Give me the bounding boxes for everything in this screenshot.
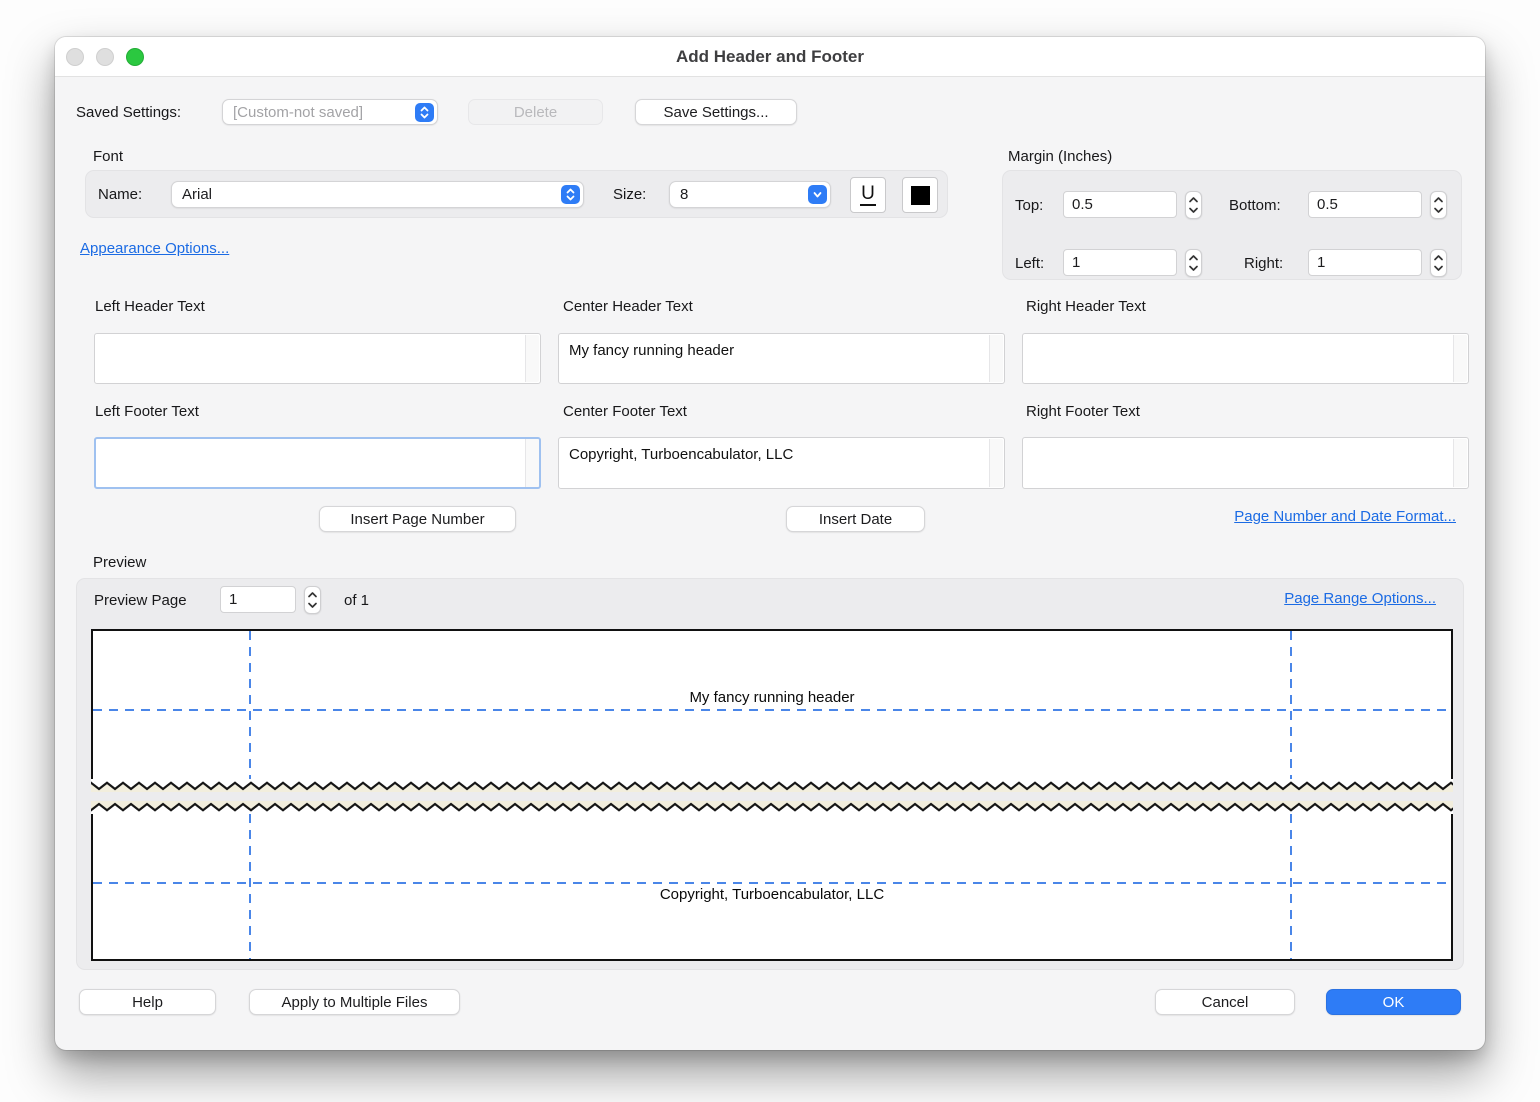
preview-header-text: My fancy running header	[93, 689, 1451, 706]
color-swatch-black	[911, 186, 930, 205]
torn-edge-bottom-piece	[91, 801, 1453, 814]
page-number-date-format-link[interactable]: Page Number and Date Format...	[1195, 508, 1456, 525]
delete-button: Delete	[468, 99, 603, 125]
font-size-label: Size:	[613, 186, 646, 203]
page-range-options-link[interactable]: Page Range Options...	[1284, 590, 1436, 607]
screenshot-stage: Add Header and Footer Saved Settings: [C…	[0, 0, 1540, 1102]
font-groupbox: Name: Arial Size: 8 U	[85, 170, 948, 218]
margin-top-label: Top:	[1015, 197, 1043, 214]
font-color-button[interactable]	[902, 177, 938, 213]
appearance-options-link[interactable]: Appearance Options...	[80, 240, 229, 257]
margin-top-stepper[interactable]	[1185, 191, 1202, 219]
left-footer-textarea[interactable]	[94, 437, 541, 489]
save-settings-button[interactable]: Save Settings...	[635, 99, 797, 125]
margin-bottom-input[interactable]	[1308, 191, 1422, 218]
right-header-textarea[interactable]	[1022, 333, 1469, 384]
center-header-label: Center Header Text	[563, 298, 693, 315]
preview-groupbox: Preview Page of 1 Page Range Options... …	[76, 578, 1464, 970]
insert-page-number-button[interactable]: Insert Page Number	[319, 506, 516, 532]
margin-left-stepper[interactable]	[1185, 249, 1202, 277]
right-footer-label: Right Footer Text	[1026, 403, 1140, 420]
preview-page-count-label: of 1	[344, 592, 369, 609]
margin-top-input[interactable]	[1063, 191, 1177, 218]
margin-left-label: Left:	[1015, 255, 1044, 272]
insert-date-button[interactable]: Insert Date	[786, 506, 925, 532]
preview-page-label: Preview Page	[94, 592, 187, 609]
preview-page-top-piece: My fancy running header	[91, 629, 1453, 779]
preview-page-input[interactable]	[220, 586, 296, 613]
margin-right-label: Right:	[1244, 255, 1283, 272]
margin-section-label: Margin (Inches)	[1008, 148, 1112, 165]
margin-left-input[interactable]	[1063, 249, 1177, 276]
title-bar: Add Header and Footer	[55, 37, 1485, 77]
center-header-textarea[interactable]: My fancy running header	[558, 333, 1005, 384]
left-header-field-wrap	[94, 333, 541, 384]
preview-footer-text: Copyright, Turboencabulator, LLC	[93, 886, 1451, 903]
preview-page-bottom-piece: Copyright, Turboencabulator, LLC	[91, 814, 1453, 961]
preview-section-label: Preview	[93, 554, 146, 571]
chevron-down-icon	[808, 185, 827, 204]
cancel-button[interactable]: Cancel	[1155, 989, 1295, 1015]
right-header-label: Right Header Text	[1026, 298, 1146, 315]
left-header-textarea[interactable]	[94, 333, 541, 384]
popup-updown-icon	[561, 185, 580, 204]
underline-toggle-button[interactable]: U	[850, 177, 886, 213]
add-header-footer-dialog: Add Header and Footer Saved Settings: [C…	[55, 37, 1485, 1050]
popup-updown-icon	[415, 103, 434, 122]
margin-bottom-stepper[interactable]	[1430, 191, 1447, 219]
font-name-value: Arial	[172, 186, 561, 203]
left-footer-field-wrap	[94, 437, 541, 489]
center-footer-field-wrap: Copyright, Turboencabulator, LLC	[558, 437, 1005, 489]
help-button[interactable]: Help	[79, 989, 216, 1015]
preview-canvas: My fancy running header Copyright, Turbo…	[91, 629, 1453, 961]
margin-bottom-label: Bottom:	[1229, 197, 1281, 214]
font-size-value: 8	[670, 186, 808, 203]
center-footer-textarea[interactable]: Copyright, Turboencabulator, LLC	[558, 437, 1005, 489]
footer-margin-guide-line	[93, 882, 1451, 884]
font-name-label: Name:	[98, 186, 142, 203]
torn-edge-top-piece	[91, 779, 1453, 792]
center-footer-label: Center Footer Text	[563, 403, 687, 420]
dialog-title: Add Header and Footer	[55, 37, 1485, 77]
margin-right-input[interactable]	[1308, 249, 1422, 276]
margin-groupbox: Top: Bottom: Left: Right:	[1002, 170, 1462, 280]
margin-right-stepper[interactable]	[1430, 249, 1447, 277]
right-footer-field-wrap	[1022, 437, 1469, 489]
ok-button[interactable]: OK	[1326, 989, 1461, 1015]
saved-settings-value: [Custom-not saved]	[223, 104, 415, 121]
left-footer-label: Left Footer Text	[95, 403, 199, 420]
right-footer-textarea[interactable]	[1022, 437, 1469, 489]
preview-page-stepper[interactable]	[304, 586, 321, 614]
right-header-field-wrap	[1022, 333, 1469, 384]
underline-glyph: U	[860, 184, 876, 206]
header-margin-guide-line	[93, 709, 1451, 711]
center-header-field-wrap: My fancy running header	[558, 333, 1005, 384]
font-size-dropdown[interactable]: 8	[669, 181, 831, 208]
left-header-label: Left Header Text	[95, 298, 205, 315]
saved-settings-dropdown[interactable]: [Custom-not saved]	[222, 99, 438, 125]
font-section-label: Font	[93, 148, 123, 165]
font-name-dropdown[interactable]: Arial	[171, 181, 584, 208]
apply-to-multiple-files-button[interactable]: Apply to Multiple Files	[249, 989, 460, 1015]
saved-settings-label: Saved Settings:	[76, 104, 181, 121]
